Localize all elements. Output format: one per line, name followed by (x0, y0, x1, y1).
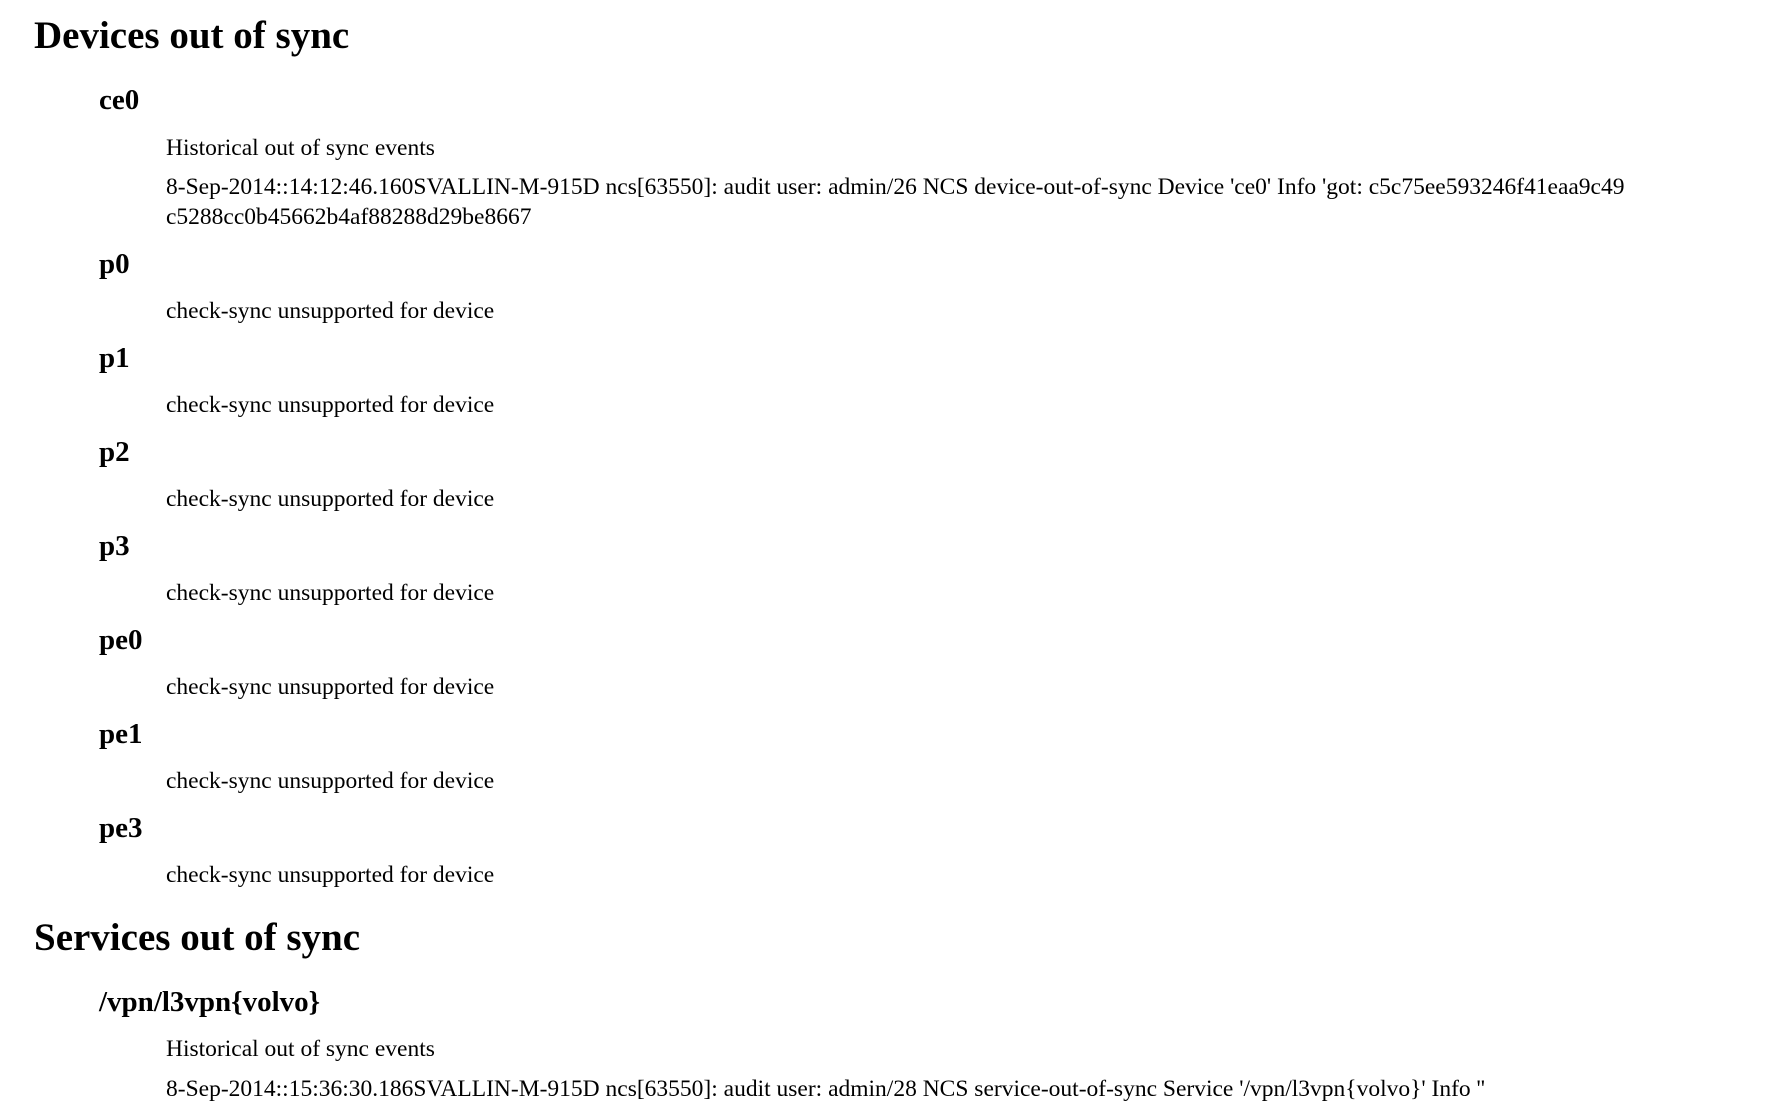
service-event-line-1: 8-Sep-2014::15:36:30.186SVALLIN-M-915D n… (166, 1076, 1485, 1102)
device-name-p3: p3 (99, 530, 130, 562)
device-name-pe0: pe0 (99, 624, 143, 656)
pe1-message: check-sync unsupported for device (166, 768, 495, 794)
services-out-of-sync-heading: Services out of sync (34, 916, 361, 959)
device-name-p0: p0 (99, 248, 130, 280)
device-name-p1: p1 (99, 342, 130, 374)
device-name-pe3: pe3 (99, 812, 143, 844)
p1-message: check-sync unsupported for device (166, 392, 495, 418)
ce0-event-line-1: 8-Sep-2014::14:12:46.160SVALLIN-M-915D n… (166, 174, 1625, 200)
service-historical-label: Historical out of sync events (166, 1036, 435, 1062)
pe0-message: check-sync unsupported for device (166, 674, 495, 700)
device-name-pe1: pe1 (99, 718, 143, 750)
device-name-ce0: ce0 (99, 84, 140, 116)
pe3-message: check-sync unsupported for device (166, 862, 495, 888)
p3-message: check-sync unsupported for device (166, 580, 495, 606)
p2-message: check-sync unsupported for device (166, 486, 495, 512)
service-name-l3vpn-volvo: /vpn/l3vpn{volvo} (99, 986, 321, 1018)
ce0-event-line-2: c5288cc0b45662b4af88288d29be8667 (166, 204, 532, 230)
p0-message: check-sync unsupported for device (166, 298, 495, 324)
devices-out-of-sync-heading: Devices out of sync (34, 14, 350, 57)
ce0-historical-label: Historical out of sync events (166, 135, 435, 161)
device-name-p2: p2 (99, 436, 130, 468)
